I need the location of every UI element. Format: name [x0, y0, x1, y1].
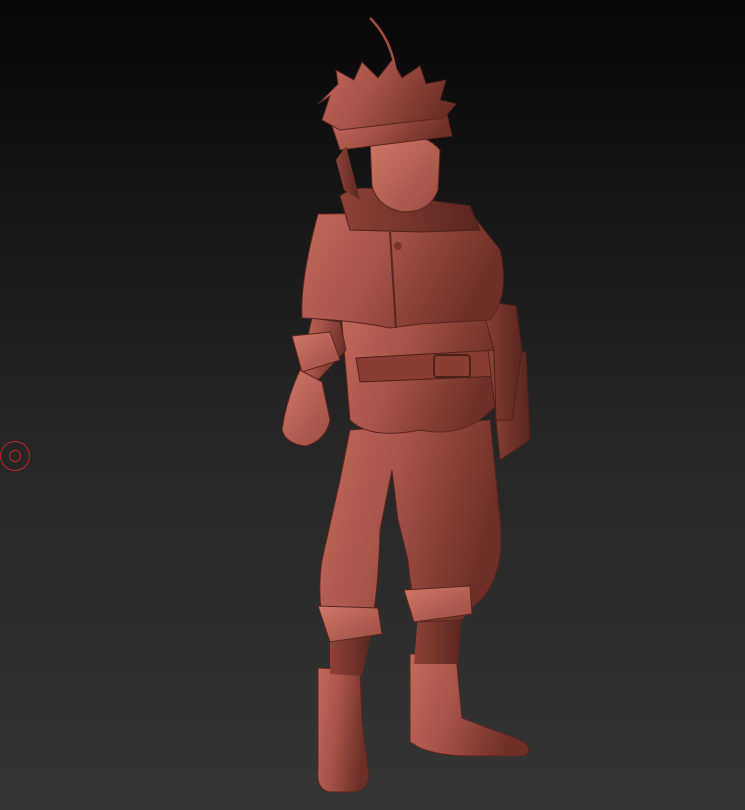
left-hand — [281, 369, 331, 447]
capelet-button — [394, 242, 402, 250]
right-boot — [409, 653, 530, 757]
hair — [317, 59, 457, 131]
sculpted-character-model[interactable] — [0, 0, 745, 810]
brush-cursor-icon — [0, 441, 30, 471]
left-boot — [317, 667, 370, 793]
side-hair — [336, 146, 360, 200]
face — [369, 134, 441, 213]
left-cuff — [317, 605, 383, 643]
3d-viewport[interactable] — [0, 0, 745, 810]
brush-cursor-inner-ring — [9, 450, 21, 462]
